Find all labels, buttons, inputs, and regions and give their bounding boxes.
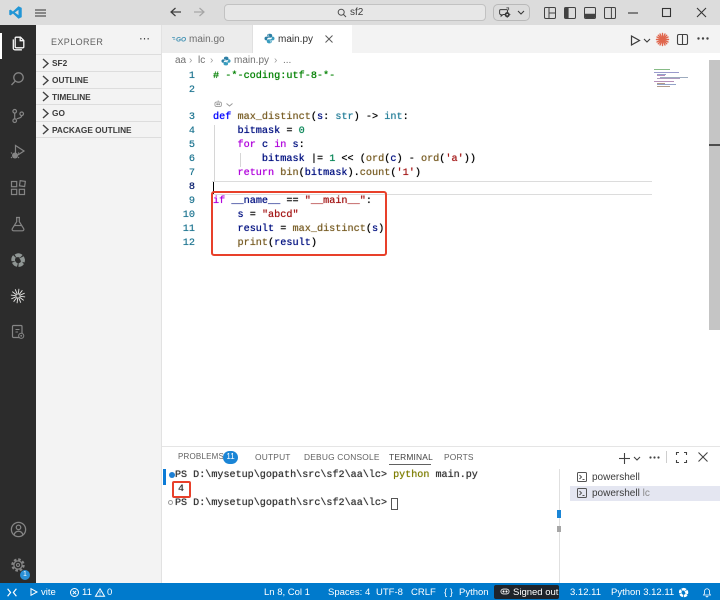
svg-text:GO: GO — [176, 36, 186, 43]
